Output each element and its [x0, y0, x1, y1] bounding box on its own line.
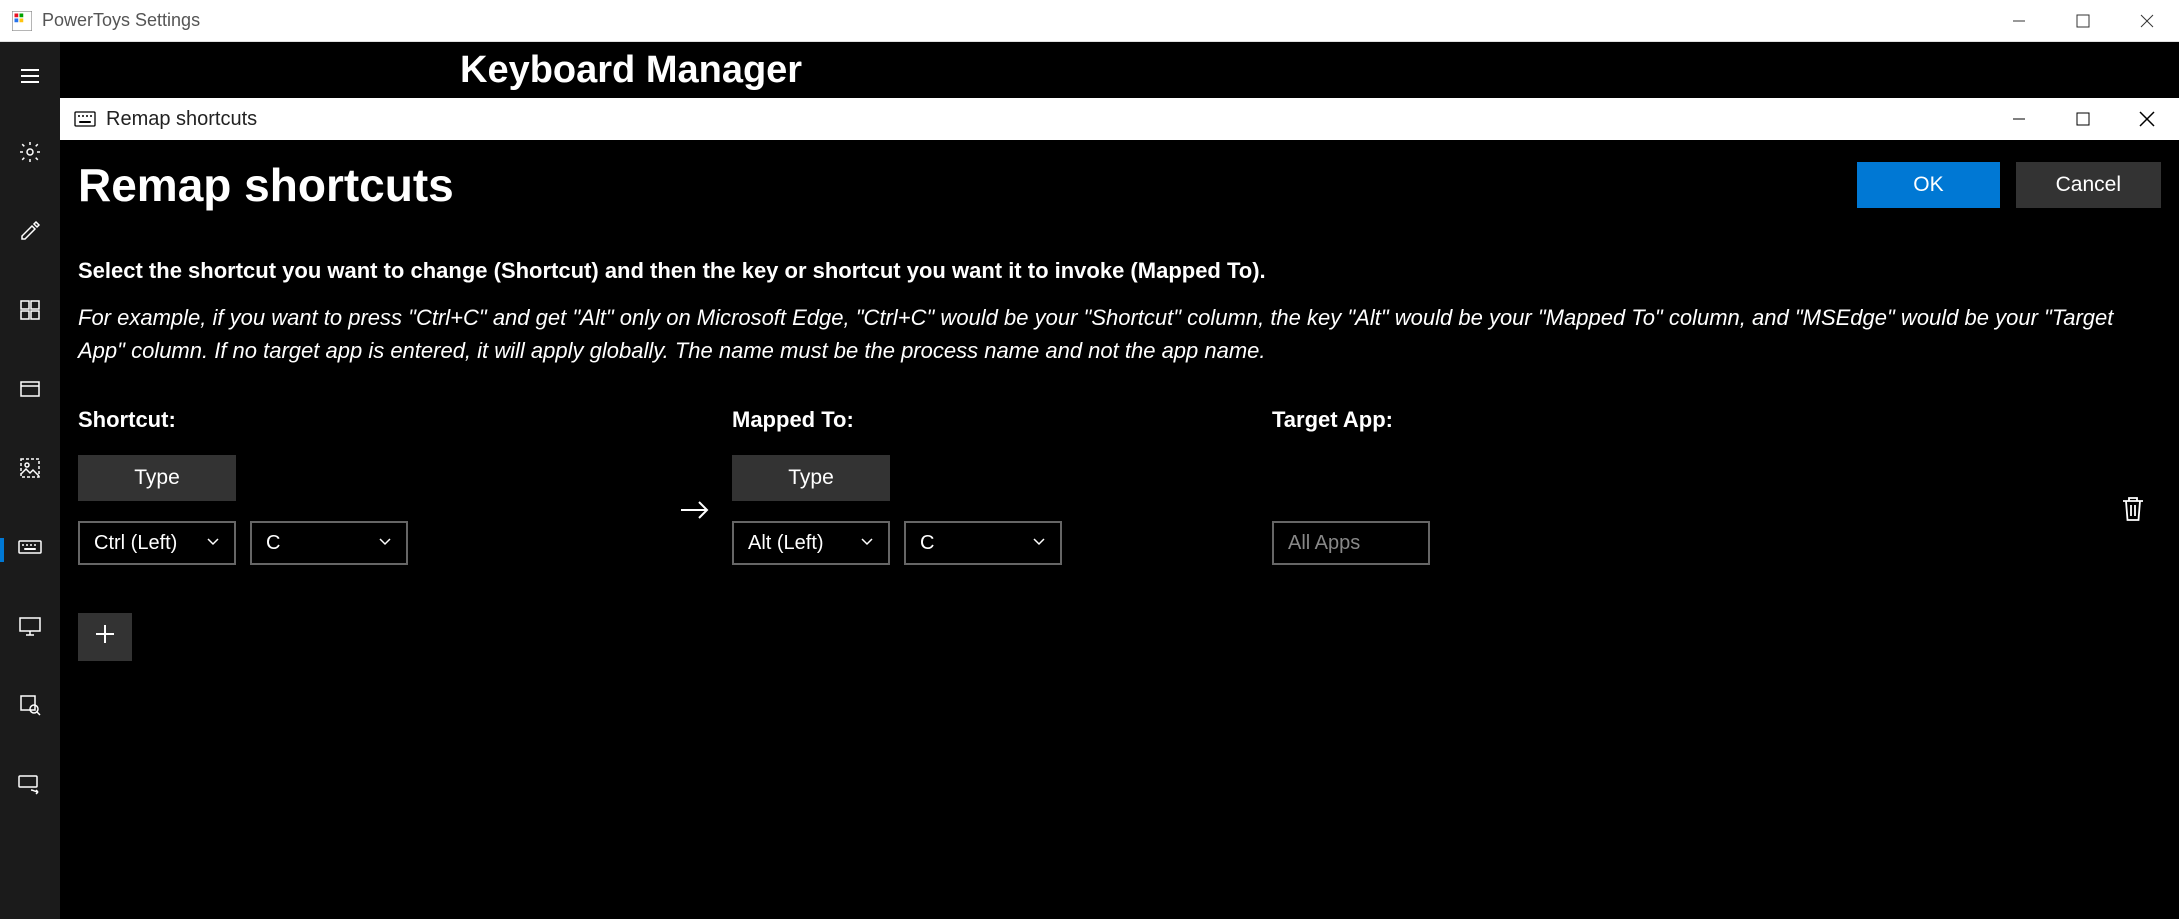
- sidebar-item-fancyzones[interactable]: [0, 293, 60, 333]
- column-header-mapped: Mapped To:: [732, 407, 1272, 433]
- dialog-example: For example, if you want to press "Ctrl+…: [78, 301, 2161, 367]
- mapped-key-select[interactable]: C: [904, 521, 1062, 565]
- grid-icon: [18, 298, 42, 328]
- dialog-close-button[interactable]: [2115, 98, 2179, 140]
- mapped-type-button[interactable]: Type: [732, 455, 890, 501]
- outer-window-title: PowerToys Settings: [42, 10, 200, 31]
- shortcut-type-button[interactable]: Type: [78, 455, 236, 501]
- chevron-down-icon: [378, 534, 392, 552]
- outer-close-button[interactable]: [2115, 0, 2179, 42]
- dialog-instructions: Select the shortcut you want to change (…: [78, 254, 2161, 287]
- shortcut-key-value: C: [266, 532, 280, 555]
- mapped-modifier-select[interactable]: Alt (Left): [732, 521, 890, 565]
- dialog-heading: Remap shortcuts: [78, 158, 454, 212]
- sidebar-item-imageresizer[interactable]: [0, 451, 60, 491]
- chevron-down-icon: [1032, 534, 1046, 552]
- chevron-down-icon: [860, 534, 874, 552]
- outer-maximize-button[interactable]: [2051, 0, 2115, 42]
- keyboard-redirect-icon: [17, 772, 43, 802]
- mapped-key-value: C: [920, 532, 934, 555]
- powertoys-icon: [12, 11, 32, 31]
- ok-button[interactable]: OK: [1857, 162, 1999, 208]
- preview-icon: [18, 377, 42, 407]
- dialog-title: Remap shortcuts: [106, 108, 257, 131]
- sidebar-item-fileexplorer[interactable]: [0, 372, 60, 412]
- sidebar-item-general[interactable]: [0, 135, 60, 175]
- sidebar-item-colorpicker[interactable]: [0, 214, 60, 254]
- target-app-input[interactable]: [1272, 521, 1430, 565]
- sidebar-item-powerrename[interactable]: [0, 609, 60, 649]
- cancel-button[interactable]: Cancel: [2016, 162, 2161, 208]
- eyedropper-icon: [18, 219, 42, 249]
- arrow-right-icon: [658, 498, 732, 522]
- mapping-row: Type Ctrl (Left) C: [78, 455, 2161, 565]
- shortcut-modifier-value: Ctrl (Left): [94, 532, 177, 555]
- windows-search-icon: [18, 693, 42, 723]
- sidebar-item-shortcutguide[interactable]: [0, 767, 60, 807]
- shortcut-modifier-select[interactable]: Ctrl (Left): [78, 521, 236, 565]
- dialog-minimize-button[interactable]: [1987, 98, 2051, 140]
- keyboard-icon: [74, 111, 96, 127]
- column-header-target: Target App:: [1272, 407, 2161, 433]
- shortcut-key-select[interactable]: C: [250, 521, 408, 565]
- column-header-shortcut: Shortcut:: [78, 407, 732, 433]
- gear-icon: [18, 140, 42, 170]
- keyboard-icon: [17, 535, 43, 565]
- add-row-button[interactable]: [78, 613, 132, 661]
- sidebar-item-keyboardmanager[interactable]: [0, 530, 60, 570]
- page-header: Keyboard Manager: [60, 42, 2179, 98]
- outer-minimize-button[interactable]: [1987, 0, 2051, 42]
- outer-window-titlebar: PowerToys Settings: [0, 0, 2179, 42]
- remap-shortcuts-dialog: Remap shortcuts Remap shortcuts OK Cance…: [60, 98, 2179, 691]
- trash-icon: [2120, 494, 2146, 527]
- image-icon: [18, 456, 42, 486]
- hamburger-menu-button[interactable]: [0, 56, 60, 96]
- dialog-titlebar: Remap shortcuts: [60, 98, 2179, 140]
- page-title: Keyboard Manager: [460, 49, 802, 92]
- sidebar-item-run[interactable]: [0, 688, 60, 728]
- plus-icon: [93, 620, 117, 654]
- mapped-modifier-value: Alt (Left): [748, 532, 824, 555]
- delete-row-button[interactable]: [2115, 492, 2151, 528]
- chevron-down-icon: [206, 534, 220, 552]
- dialog-maximize-button[interactable]: [2051, 98, 2115, 140]
- sidebar: [0, 42, 60, 919]
- monitor-icon: [17, 614, 43, 644]
